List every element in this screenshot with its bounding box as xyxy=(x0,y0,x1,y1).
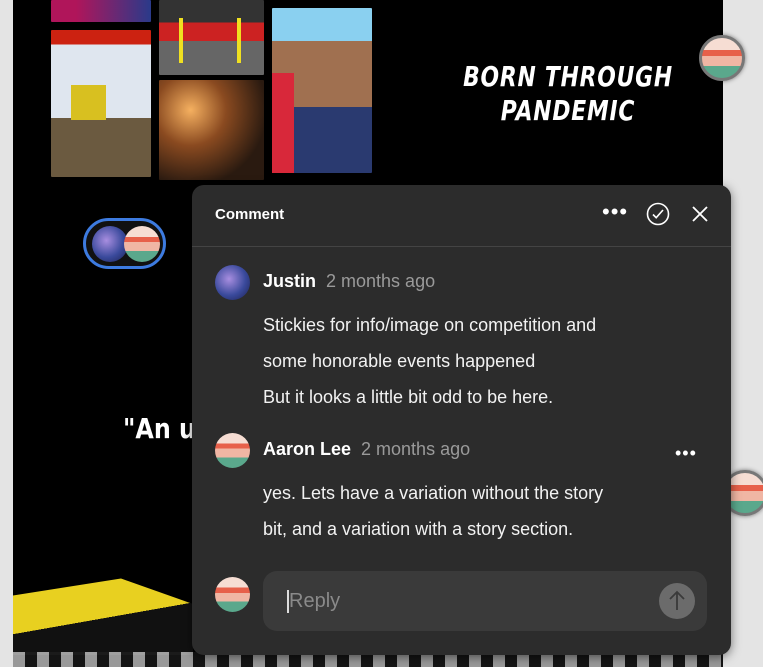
comment-author: Justin xyxy=(263,271,317,291)
comment-line: Stickies for info/image on competition a… xyxy=(263,315,597,335)
avatar-justin xyxy=(215,265,250,300)
comment-header-title: Comment xyxy=(215,206,285,223)
current-user-avatar xyxy=(215,577,250,612)
reply-input[interactable] xyxy=(289,585,649,617)
comment-pin-selected[interactable] xyxy=(83,218,166,269)
comment-header: Comment ••• xyxy=(192,185,731,247)
comment-line: But it looks a little bit odd to be here… xyxy=(263,387,554,407)
photo xyxy=(51,30,151,177)
more-icon[interactable]: ••• xyxy=(602,199,628,225)
comment-panel: Comment ••• Justin 2 months ago Stickies … xyxy=(192,185,731,655)
comment-more-icon[interactable]: ••• xyxy=(675,443,697,464)
send-button[interactable] xyxy=(659,583,695,619)
arrow-up-icon xyxy=(669,590,685,610)
avatar-justin xyxy=(92,225,128,262)
photo xyxy=(272,8,372,173)
comment-line: bit, and a variation with a story sectio… xyxy=(263,519,574,539)
photo xyxy=(51,0,151,22)
comment-body: yes. Lets have a variation without the s… xyxy=(263,475,603,547)
reply-box[interactable] xyxy=(263,571,707,631)
photo xyxy=(159,0,264,75)
comment-time: 2 months ago xyxy=(326,271,436,291)
resolve-check-icon[interactable] xyxy=(646,202,670,226)
close-icon[interactable] xyxy=(692,206,708,222)
comment-time: 2 months ago xyxy=(361,439,471,459)
comment-line: yes. Lets have a variation without the s… xyxy=(263,483,604,503)
avatar-aaron-lee xyxy=(124,225,160,262)
comment-pin-avatar[interactable] xyxy=(699,35,745,81)
slide-title: BORN THROUGH PANDEMIC xyxy=(463,60,673,127)
comment-line: some honorable events happened xyxy=(263,351,536,371)
race-car-image xyxy=(13,578,193,655)
photo xyxy=(159,80,264,180)
avatar-aaron-lee xyxy=(215,433,250,468)
comment-body: Stickies for info/image on competition a… xyxy=(263,307,596,415)
comment-author: Aaron Lee xyxy=(263,439,352,459)
